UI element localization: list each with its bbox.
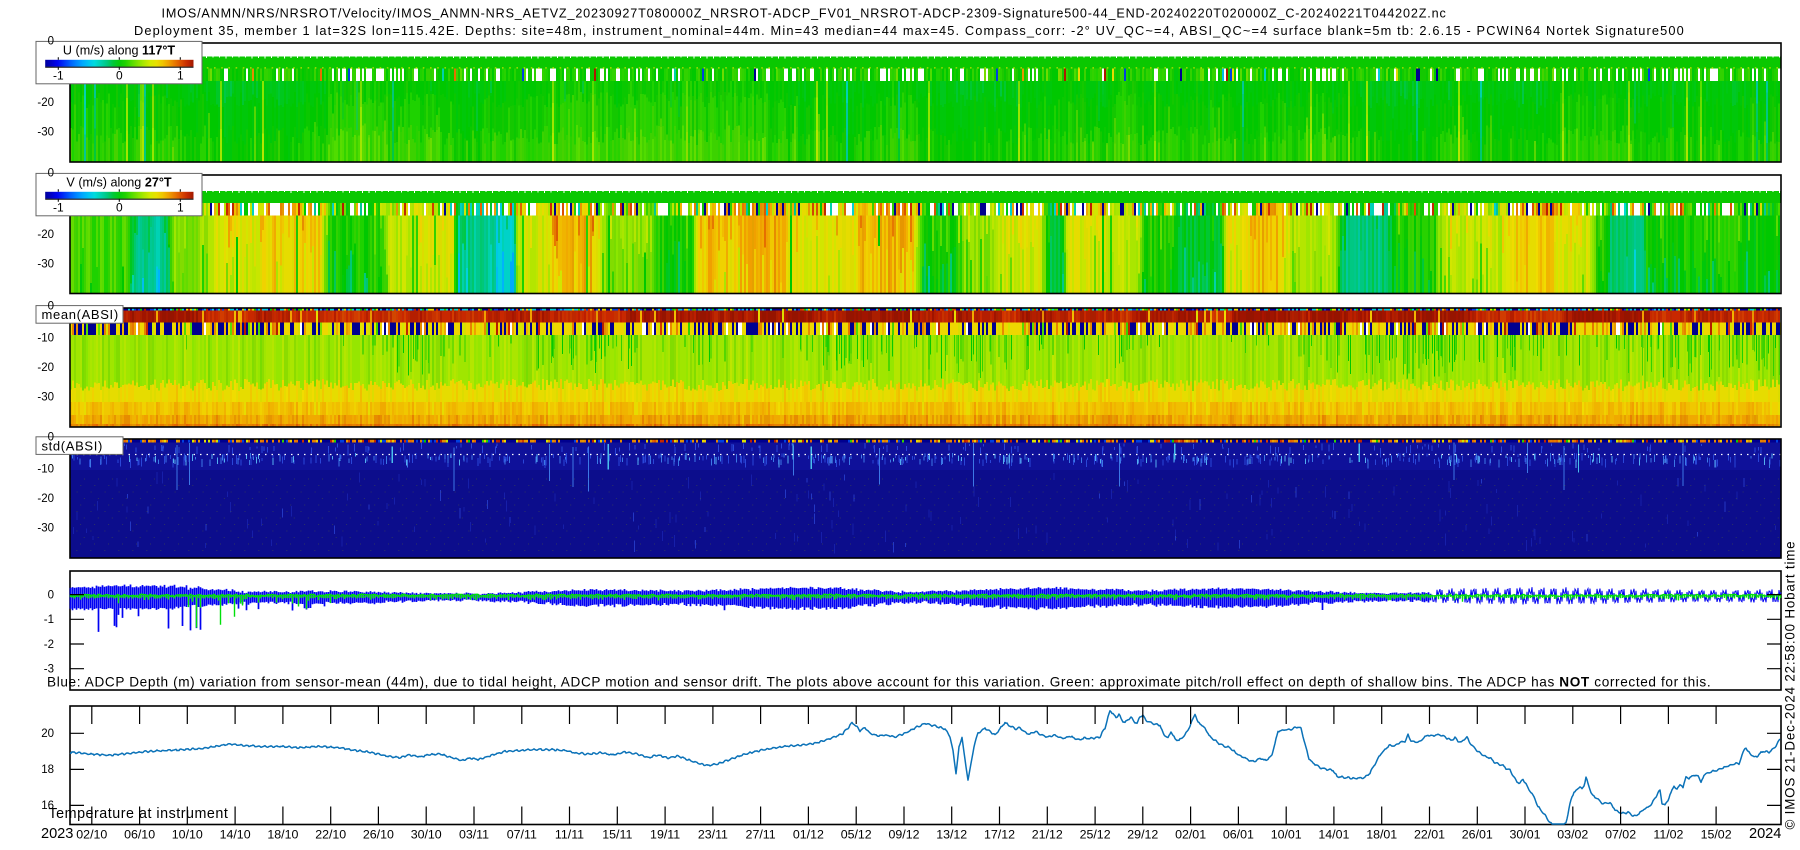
svg-text:30/10: 30/10 <box>411 827 442 841</box>
svg-text:-2: -2 <box>44 639 54 651</box>
svg-text:07/11: 07/11 <box>507 827 537 841</box>
svg-text:0: 0 <box>48 36 54 48</box>
svg-text:26/10: 26/10 <box>363 827 394 841</box>
svg-text:21/12: 21/12 <box>1032 827 1063 841</box>
svg-text:V (m/s) along 27°T: V (m/s) along 27°T <box>66 176 171 190</box>
svg-text:11/11: 11/11 <box>555 827 584 841</box>
svg-text:-30: -30 <box>37 522 54 534</box>
svg-text:25/12: 25/12 <box>1080 827 1111 841</box>
svg-text:13/12: 13/12 <box>936 827 967 841</box>
svg-text:17/12: 17/12 <box>984 827 1015 841</box>
svg-text:-30: -30 <box>37 127 54 139</box>
svg-text:-30: -30 <box>37 258 54 270</box>
svg-text:22/01: 22/01 <box>1414 827 1445 841</box>
svg-text:-1: -1 <box>53 69 64 83</box>
svg-text:30/01: 30/01 <box>1509 827 1540 841</box>
svg-text:18: 18 <box>41 764 54 776</box>
svg-text:01/12: 01/12 <box>793 827 824 841</box>
svg-text:29/12: 29/12 <box>1127 827 1158 841</box>
svg-text:05/12: 05/12 <box>841 827 872 841</box>
svg-text:0: 0 <box>116 69 123 83</box>
svg-text:Deployment 35, member 1 lat=32: Deployment 35, member 1 lat=32S lon=115.… <box>134 23 1685 38</box>
svg-text:-20: -20 <box>37 362 54 374</box>
svg-text:Temperature at instrument: Temperature at instrument <box>49 806 229 822</box>
svg-text:15/02: 15/02 <box>1701 827 1732 841</box>
svg-text:-20: -20 <box>37 229 54 241</box>
svg-text:-30: -30 <box>37 391 54 403</box>
svg-text:Blue: ADCP Depth (m) variation: Blue: ADCP Depth (m) variation from sens… <box>47 675 1711 690</box>
svg-text:10/01: 10/01 <box>1271 827 1302 841</box>
svg-text:0: 0 <box>48 168 54 180</box>
svg-text:14/01: 14/01 <box>1318 827 1349 841</box>
svg-text:10/10: 10/10 <box>172 827 203 841</box>
svg-text:23/11: 23/11 <box>698 827 728 841</box>
svg-text:1: 1 <box>177 69 184 83</box>
svg-text:IMOS/ANMN/NRS/NRSROT/Velocity/: IMOS/ANMN/NRS/NRSROT/Velocity/IMOS_ANMN-… <box>162 6 1447 20</box>
svg-text:07/02: 07/02 <box>1605 827 1636 841</box>
svg-text:-1: -1 <box>53 201 64 215</box>
svg-text:0: 0 <box>48 301 54 313</box>
svg-text:18/01: 18/01 <box>1366 827 1397 841</box>
svg-text:06/01: 06/01 <box>1223 827 1254 841</box>
svg-text:06/10: 06/10 <box>124 827 155 841</box>
svg-text:02/10: 02/10 <box>76 827 107 841</box>
svg-text:-10: -10 <box>37 332 54 344</box>
svg-text:2024: 2024 <box>1749 826 1781 842</box>
svg-text:20: 20 <box>41 728 54 740</box>
svg-text:-20: -20 <box>37 97 54 109</box>
svg-text:U (m/s) along 117°T: U (m/s) along 117°T <box>63 44 175 58</box>
svg-text:27/11: 27/11 <box>746 827 776 841</box>
svg-text:11/02: 11/02 <box>1653 827 1683 841</box>
svg-text:0: 0 <box>116 201 123 215</box>
svg-text:1: 1 <box>177 201 184 215</box>
svg-text:26/01: 26/01 <box>1462 827 1493 841</box>
svg-text:2023: 2023 <box>41 826 73 842</box>
svg-text:-1: -1 <box>44 614 54 626</box>
svg-text:19/11: 19/11 <box>650 827 680 841</box>
svg-text:09/12: 09/12 <box>888 827 919 841</box>
svg-text:0: 0 <box>48 432 54 444</box>
svg-text:14/10: 14/10 <box>220 827 251 841</box>
svg-text:15/11: 15/11 <box>602 827 632 841</box>
svg-text:0: 0 <box>48 589 54 601</box>
svg-text:02/01: 02/01 <box>1175 827 1206 841</box>
svg-text:22/10: 22/10 <box>315 827 346 841</box>
svg-text:-20: -20 <box>37 493 54 505</box>
svg-text:03/02: 03/02 <box>1557 827 1588 841</box>
svg-text:© IMOS 21-Dec-2024 22:58:00 Ho: © IMOS 21-Dec-2024 22:58:00 Hobart time <box>1783 541 1798 830</box>
svg-text:18/10: 18/10 <box>267 827 298 841</box>
svg-text:-10: -10 <box>37 463 54 475</box>
svg-text:03/11: 03/11 <box>459 827 489 841</box>
